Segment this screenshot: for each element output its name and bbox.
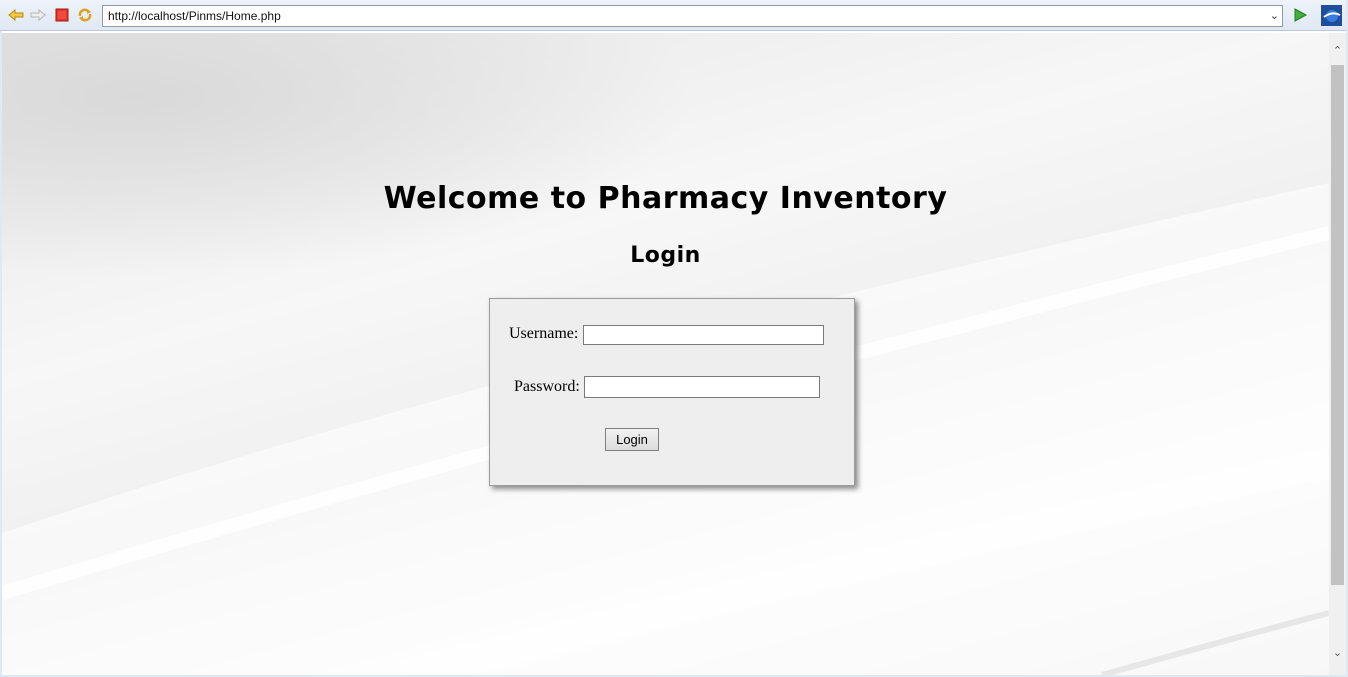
url-text: http://localhost/Pinms/Home.php	[108, 9, 281, 23]
window-frame-left	[0, 31, 2, 677]
scroll-down-icon[interactable]: ⌄	[1329, 645, 1346, 662]
chevron-down-icon[interactable]: ⌄	[1270, 6, 1279, 26]
refresh-icon[interactable]	[77, 7, 93, 23]
go-icon[interactable]	[1292, 7, 1308, 23]
browser-toolbar: http://localhost/Pinms/Home.php ⌄	[0, 0, 1348, 31]
stop-icon[interactable]	[54, 7, 70, 23]
username-label: Username:	[509, 325, 579, 342]
username-field[interactable]	[583, 325, 824, 345]
password-label: Password:	[514, 378, 580, 395]
page-content: Welcome to Pharmacy Inventory Login User…	[2, 33, 1329, 675]
password-field[interactable]	[584, 376, 820, 398]
scroll-up-icon[interactable]: ⌃	[1329, 43, 1346, 60]
address-bar[interactable]: http://localhost/Pinms/Home.php ⌄	[102, 5, 1283, 27]
login-heading: Login	[630, 243, 701, 268]
back-icon[interactable]	[8, 7, 24, 23]
login-panel: Username: Password: Login	[489, 298, 855, 486]
login-button[interactable]: Login	[605, 428, 659, 451]
scrollbar-thumb[interactable]	[1331, 65, 1344, 585]
vertical-scrollbar[interactable]: ⌃ ⌄	[1329, 33, 1346, 675]
forward-icon[interactable]	[30, 7, 46, 23]
browser-logo-icon	[1321, 5, 1342, 26]
welcome-title: Welcome to Pharmacy Inventory	[383, 181, 948, 216]
